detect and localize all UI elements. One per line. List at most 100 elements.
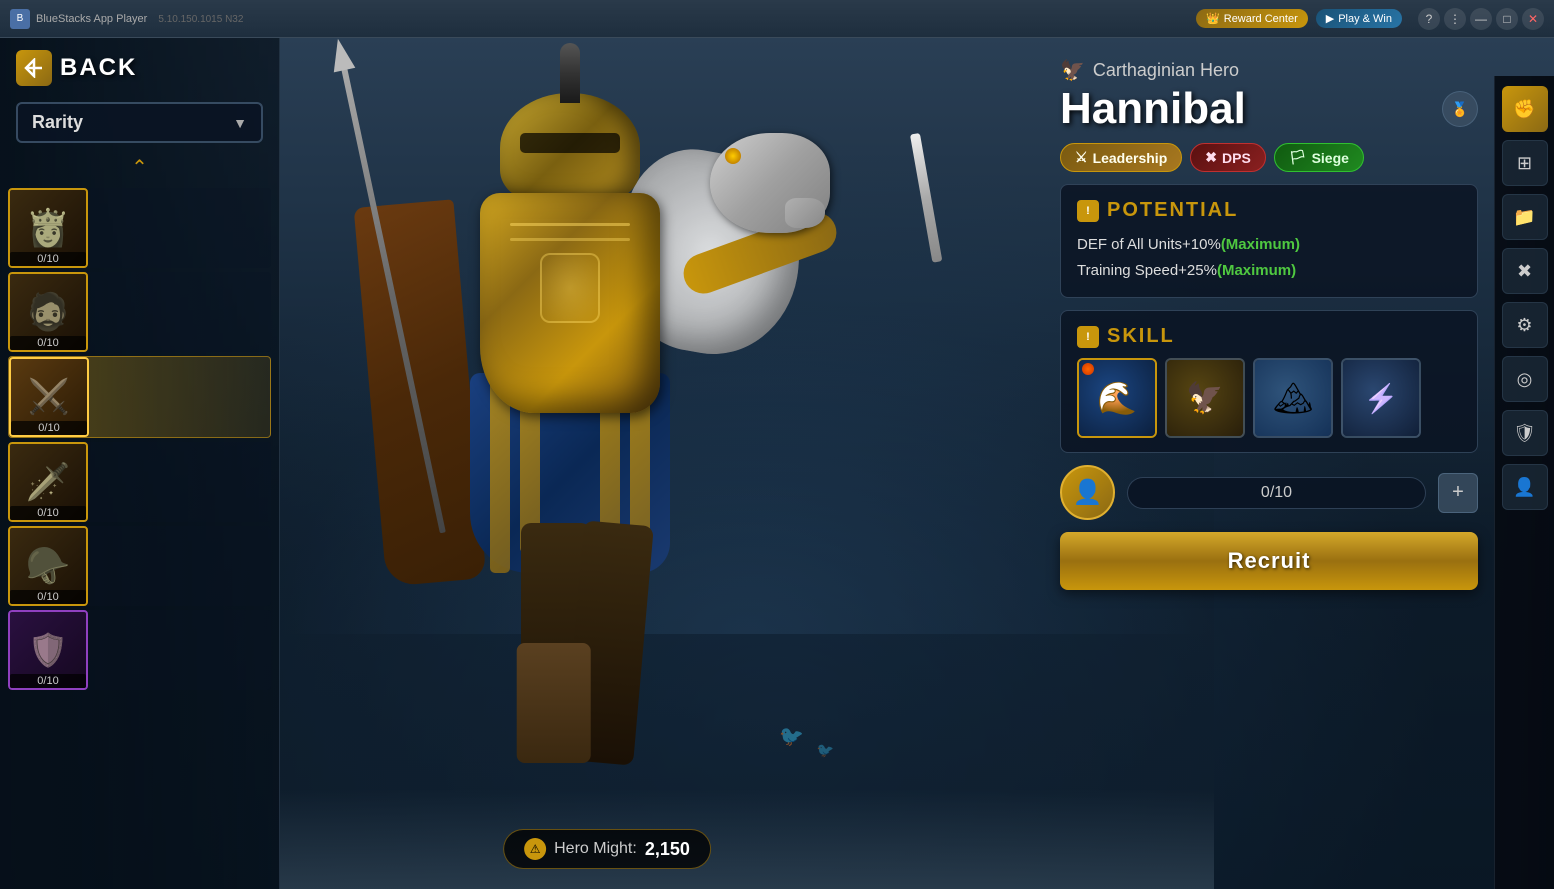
sidebar-icon-fight[interactable]: ✊ <box>1502 86 1548 132</box>
game-area: BACK Rarity ▼ ⌃ 👸 0/10 <box>0 38 1554 889</box>
skill-slot-3[interactable]: 🏔 <box>1253 358 1333 438</box>
recruit-progress-bar: 0/10 <box>1127 477 1426 509</box>
hero-count: 0/10 <box>11 421 87 435</box>
reward-center-label: Reward Center <box>1224 13 1298 25</box>
role-badge-siege[interactable]: 🏳 Siege <box>1274 143 1364 172</box>
potential-content: DEF of All Units+10%(Maximum) Training S… <box>1077 232 1461 283</box>
hero-list-item-active[interactable]: ⚔️ 0/10 <box>8 356 271 438</box>
dps-icon: ✖ <box>1205 149 1217 166</box>
hero-list-item[interactable]: 🗡️ 0/10 <box>8 442 271 522</box>
kebab-btn[interactable]: ⋮ <box>1444 8 1466 30</box>
sidebar-icon-cross[interactable]: ✖ <box>1502 248 1548 294</box>
skill-title: SKILL <box>1107 325 1175 348</box>
sidebar-icon-folder[interactable]: 📁 <box>1502 194 1548 240</box>
hero-count: 0/10 <box>10 336 86 350</box>
leadership-label: Leadership <box>1093 150 1168 166</box>
hero-info-panel: 🦅 Carthaginian Hero Hannibal 🏅 ⚔ Leaders… <box>1044 38 1494 889</box>
potential-line2-prefix: Training Speed+25% <box>1077 262 1217 279</box>
chevron-up-icon: ⌃ <box>131 157 148 179</box>
right-sidebar: ✊ ⊞ 📁 ✖ ⚙ ◎ 🛡 👤 <box>1494 76 1554 889</box>
sidebar-icon-person[interactable]: 👤 <box>1502 464 1548 510</box>
target-icon: ◎ <box>1517 369 1533 390</box>
rank-icon: 🏅 <box>1451 101 1468 118</box>
role-badge-dps[interactable]: ✖ DPS <box>1190 143 1266 172</box>
sidebar-icon-target[interactable]: ◎ <box>1502 356 1548 402</box>
skill-4-image: ⚡ <box>1343 360 1419 436</box>
fist-icon: ✊ <box>1513 99 1535 120</box>
hero-count: 0/10 <box>10 674 86 688</box>
hero-count: 0/10 <box>10 252 86 266</box>
app-title: BlueStacks App Player 5.10.150.1015 N32 <box>36 13 1196 25</box>
sidebar-icon-shield[interactable]: 🛡 <box>1502 410 1548 456</box>
potential-line1-suffix: (Maximum) <box>1221 236 1300 253</box>
skill-slot-4[interactable]: ⚡ <box>1341 358 1421 438</box>
skill-fire-indicator <box>1082 363 1094 375</box>
hero-list-panel: BACK Rarity ▼ ⌃ 👸 0/10 <box>0 38 280 889</box>
hero-might-bar: ⚠ Hero Might: 2,150 <box>503 829 711 869</box>
rarity-label: Rarity <box>32 112 83 133</box>
skill-4-icon: ⚡ <box>1364 382 1399 415</box>
hero-subtitle: 🦅 Carthaginian Hero <box>1060 58 1478 83</box>
hero-list-item[interactable]: 🛡️ 0/10 <box>8 610 271 690</box>
warning-icon: ⚠ <box>524 838 546 860</box>
recruit-token[interactable]: 👤 <box>1060 465 1115 520</box>
potential-title: POTENTIAL <box>1107 199 1238 222</box>
hero-count: 0/10 <box>10 590 86 604</box>
skill-card: ! SKILL 🌊 🦅 <box>1060 310 1478 453</box>
back-button[interactable]: BACK <box>0 38 279 98</box>
skill-3-image: 🏔 <box>1255 360 1331 436</box>
hero-count: 0/10 <box>10 506 86 520</box>
play-win-btn[interactable]: ▶ Play & Win <box>1316 9 1402 28</box>
hero-portrait: 🛡️ 0/10 <box>8 610 88 690</box>
role-badge-leadership[interactable]: ⚔ Leadership <box>1060 143 1182 172</box>
rank-badge: 🏅 <box>1442 91 1478 127</box>
recruit-progress-text: 0/10 <box>1144 484 1409 502</box>
skill-slot-2[interactable]: 🦅 <box>1165 358 1245 438</box>
maximize-btn[interactable]: □ <box>1496 8 1518 30</box>
potential-line1: DEF of All Units+10%(Maximum) <box>1077 232 1461 258</box>
help-btn[interactable]: ? <box>1418 8 1440 30</box>
hero-list-item[interactable]: 👸 0/10 <box>8 188 271 268</box>
skill-3-icon: 🏔 <box>1273 379 1314 417</box>
back-icon <box>16 50 52 86</box>
skill-slot-1[interactable]: 🌊 <box>1077 358 1157 438</box>
dps-label: DPS <box>1222 150 1251 166</box>
potential-line2-suffix: (Maximum) <box>1217 262 1296 279</box>
rarity-dropdown[interactable]: Rarity ▼ <box>16 102 263 143</box>
skill-1-icon: 🌊 <box>1097 379 1137 417</box>
hero-portrait: 👸 0/10 <box>8 188 88 268</box>
sidebar-icon-grid[interactable]: ⊞ <box>1502 140 1548 186</box>
role-badges: ⚔ Leadership ✖ DPS 🏳 Siege <box>1060 143 1478 172</box>
grid-icon: ⊞ <box>1517 153 1532 174</box>
back-label: BACK <box>60 54 137 82</box>
siege-icon: 🏳 <box>1289 149 1307 166</box>
close-btn[interactable]: ✕ <box>1522 8 1544 30</box>
hero-faction-name: Carthaginian Hero <box>1093 60 1239 81</box>
hero-list-item[interactable]: 🪖 0/10 <box>8 526 271 606</box>
hero-list-item[interactable]: 🧔 0/10 <box>8 272 271 352</box>
plus-icon: + <box>1452 481 1464 504</box>
siege-label: Siege <box>1312 150 1349 166</box>
title-bar-right: 👑 Reward Center ▶ Play & Win ? ⋮ — □ ✕ <box>1196 8 1544 30</box>
scroll-up-btn[interactable]: ⌃ <box>0 151 279 184</box>
skill-2-image: 🦅 <box>1167 360 1243 436</box>
hero-faction-icon: 🦅 <box>1060 58 1085 83</box>
reward-center-btn[interactable]: 👑 Reward Center <box>1196 9 1308 28</box>
sidebar-icon-settings[interactable]: ⚙ <box>1502 302 1548 348</box>
recruit-button[interactable]: Recruit <box>1060 532 1478 590</box>
minimize-btn[interactable]: — <box>1470 8 1492 30</box>
hero-name: Hannibal <box>1060 87 1246 131</box>
hero-list: 👸 0/10 🧔 0/10 <box>0 184 279 889</box>
crown-icon: 👑 <box>1206 12 1220 25</box>
play-icon: ▶ <box>1326 12 1334 25</box>
title-bar: B BlueStacks App Player 5.10.150.1015 N3… <box>0 0 1554 38</box>
leadership-icon: ⚔ <box>1075 149 1088 166</box>
recruit-add-button[interactable]: + <box>1438 473 1478 513</box>
skill-header: ! SKILL <box>1077 325 1461 348</box>
version-text: 5.10.150.1015 N32 <box>158 14 243 25</box>
hero-portrait: ⚔️ 0/10 <box>9 357 89 437</box>
recruit-section: 👤 0/10 + <box>1060 465 1478 520</box>
settings-icon: ⚙ <box>1516 315 1532 336</box>
bird-decoration: 🐦 <box>817 742 834 759</box>
skill-icon: ! <box>1077 326 1099 348</box>
